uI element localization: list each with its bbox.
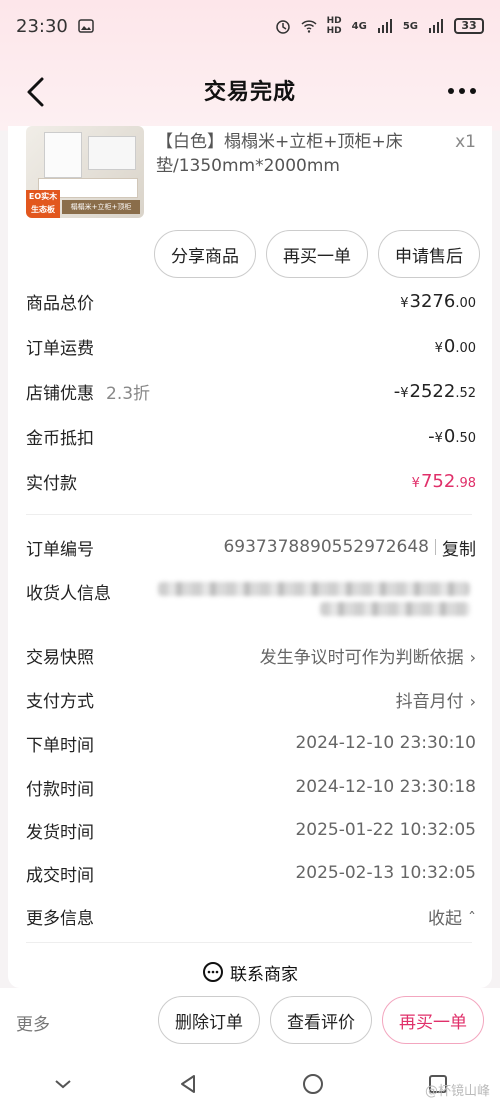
- rebuy-button[interactable]: 再买一单: [266, 230, 368, 278]
- payment-row[interactable]: 支付方式 抖音月付 ›: [26, 682, 476, 716]
- collapse-label: 收起: [428, 908, 462, 929]
- paid-amount: ¥752.98: [411, 470, 476, 492]
- snapshot-row[interactable]: 交易快照 发生争议时可作为判断依据 ›: [26, 638, 476, 672]
- order-number-row: 订单编号 6937378890552972648 复制: [26, 530, 476, 564]
- more-info-row[interactable]: 更多信息 收起 ˆ: [26, 899, 476, 933]
- chevron-down-icon[interactable]: [51, 1072, 75, 1096]
- product-item[interactable]: EO实木 生态板 榻榻米+立柜+顶柜 【白色】榻榻米+立柜+顶柜+床垫/1350…: [26, 126, 486, 222]
- order-number: 6937378890552972648: [223, 537, 429, 557]
- system-nav-bar: @杯镜山峰: [0, 1056, 500, 1111]
- time-row-ordered: 下单时间 2024-12-10 23:30:10: [26, 733, 476, 756]
- signal-icon: [377, 19, 392, 33]
- network-5g: 5G: [402, 20, 418, 32]
- alarm-icon: [275, 20, 290, 34]
- nav-home-icon[interactable]: [301, 1072, 325, 1096]
- chevron-right-icon: ›: [469, 647, 476, 667]
- product-quantity: x1: [455, 132, 476, 152]
- thumb-tag: EO实木 生态板: [26, 190, 60, 218]
- rebuy-primary-button[interactable]: 再买一单: [382, 996, 484, 1044]
- contact-label: 联系商家: [230, 964, 298, 985]
- network-4g: 4G: [351, 20, 367, 32]
- watermark: @杯镜山峰: [424, 1084, 490, 1099]
- after-sale-button[interactable]: 申请售后: [378, 230, 480, 278]
- time-value: 2024-12-10 23:30:10: [295, 733, 476, 753]
- product-thumbnail[interactable]: EO实木 生态板 榻榻米+立柜+顶柜: [26, 126, 144, 218]
- time-value: 2024-12-10 23:30:18: [295, 777, 476, 797]
- discount-rate: 2.3折: [106, 383, 151, 404]
- title-bar: 交易完成: [0, 52, 500, 128]
- gallery-icon: [78, 19, 94, 33]
- wifi-icon: [301, 20, 317, 33]
- more-options-icon[interactable]: [446, 82, 478, 100]
- thumb-strip: 榻榻米+立柜+顶柜: [62, 200, 140, 214]
- status-time: 23:30: [16, 15, 68, 37]
- status-bar: 23:30 HD HD 4G 5G 33: [0, 0, 500, 52]
- page-title: 交易完成: [203, 80, 296, 105]
- time-value: 2025-01-22 10:32:05: [295, 820, 476, 840]
- time-row-shipped: 发货时间 2025-01-22 10:32:05: [26, 820, 476, 843]
- back-arrow-icon[interactable]: [22, 76, 50, 108]
- amount-row-coins: 金币抵扣 - ¥0.50: [26, 425, 476, 449]
- time-value: 2025-02-13 10:32:05: [295, 863, 476, 883]
- chevron-right-icon: ›: [469, 691, 476, 711]
- snapshot-hint: 发生争议时可作为判断依据: [259, 647, 464, 668]
- time-row-paid: 付款时间 2024-12-10 23:30:18: [26, 777, 476, 800]
- product-name: 【白色】榻榻米+立柜+顶柜+床垫/1350mm*2000mm: [156, 132, 403, 176]
- view-review-button[interactable]: 查看评价: [270, 996, 372, 1044]
- contact-merchant-button[interactable]: 联系商家: [8, 952, 492, 992]
- amount-row-total: 商品总价 ¥3276.00: [26, 290, 476, 314]
- more-button[interactable]: 更多: [16, 1010, 50, 1035]
- battery-icon: 33: [454, 18, 484, 34]
- chat-icon: [203, 962, 223, 982]
- receiver-info-blurred: [158, 582, 470, 628]
- product-actions: 分享商品 再买一单 申请售后: [154, 230, 480, 278]
- amount-value: ¥0.00: [434, 335, 476, 357]
- order-detail-card: EO实木 生态板 榻榻米+立柜+顶柜 【白色】榻榻米+立柜+顶柜+床垫/1350…: [8, 126, 492, 988]
- amount-value: ¥3276.00: [400, 290, 476, 312]
- nav-back-icon[interactable]: [176, 1072, 200, 1096]
- signal-icon: [429, 19, 443, 33]
- delete-order-button[interactable]: 删除订单: [158, 996, 260, 1044]
- divider: [26, 942, 472, 943]
- amount-row-discount: 店铺优惠 2.3折 - ¥2522.52: [26, 380, 476, 404]
- divider: [26, 514, 472, 515]
- amount-row-shipping: 订单运费 ¥0.00: [26, 335, 476, 359]
- copy-button[interactable]: 复制: [442, 535, 476, 560]
- payment-method: 抖音月付: [395, 691, 464, 712]
- amount-row-paid: 实付款 ¥752.98: [26, 470, 476, 494]
- chevron-up-icon: ˆ: [468, 908, 476, 928]
- hd-indicator: HD HD: [326, 16, 342, 36]
- amount-value: - ¥2522.52: [393, 380, 476, 402]
- amount-value: - ¥0.50: [428, 425, 476, 447]
- time-row-completed: 成交时间 2025-02-13 10:32:05: [26, 863, 476, 886]
- share-product-button[interactable]: 分享商品: [154, 230, 256, 278]
- bottom-action-bar: 更多 删除订单 查看评价 再买一单: [0, 988, 500, 1056]
